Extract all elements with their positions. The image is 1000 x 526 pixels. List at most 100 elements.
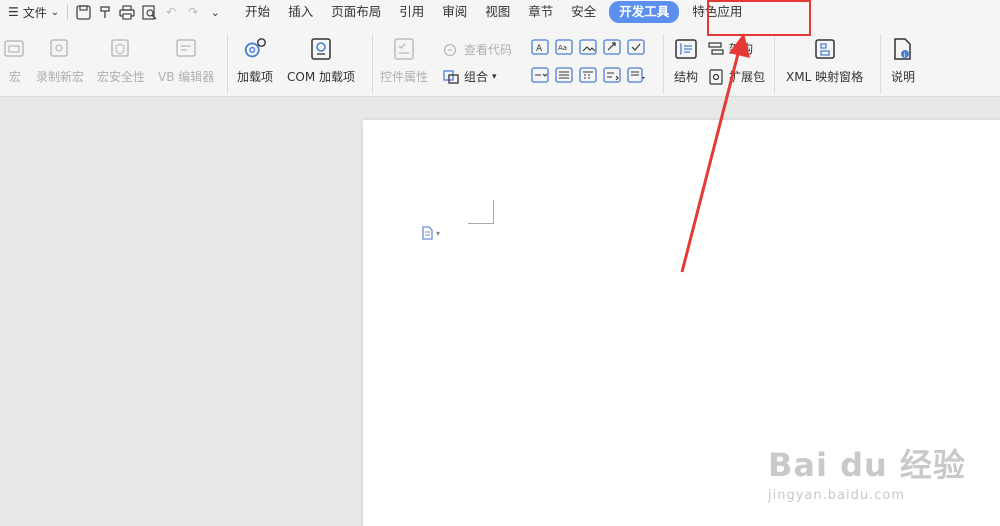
tab-review[interactable]: 审阅 xyxy=(433,1,476,23)
combo-box-control-button[interactable] xyxy=(530,66,550,84)
paste-options-button[interactable]: ▾ xyxy=(420,226,440,240)
tab-home[interactable]: 开始 xyxy=(236,1,279,23)
picture-control-button[interactable] xyxy=(578,38,598,56)
chevron-down-icon: ▾ xyxy=(436,228,441,238)
macro-security-icon xyxy=(108,36,134,62)
view-code-button[interactable]: 查看代码 xyxy=(442,41,512,58)
divider xyxy=(67,4,69,20)
structure-icon xyxy=(673,36,699,62)
content-controls-grid: A Aa xyxy=(530,38,650,84)
format-painter-icon xyxy=(100,5,110,18)
com-addins-button[interactable]: COM 加载项 xyxy=(287,24,355,85)
addins-label: 加载项 xyxy=(237,70,274,84)
structure-label: 结构 xyxy=(673,70,698,84)
building-block-control-icon xyxy=(603,39,621,55)
help-label: 说明 xyxy=(890,70,915,84)
expansion-pack-button[interactable]: 扩展包 xyxy=(707,68,765,85)
xml-mapping-icon xyxy=(812,36,838,62)
expansion-pack-icon xyxy=(707,68,725,85)
repeating-section-control-button[interactable] xyxy=(602,66,622,84)
ribbon-divider xyxy=(227,34,228,94)
svg-text:Aa: Aa xyxy=(558,44,567,52)
quick-access: ☰ 文件 ⌄ ↶ ↷ ⌄ xyxy=(0,0,226,24)
ribbon-divider xyxy=(774,34,775,94)
macro-security-button[interactable]: 宏安全性 xyxy=(97,24,145,85)
tab-references[interactable]: 引用 xyxy=(390,1,433,23)
redo-button[interactable]: ↷ xyxy=(182,1,204,23)
baidu-url: jingyan.baidu.com xyxy=(768,488,905,503)
tab-view[interactable]: 视图 xyxy=(476,1,519,23)
page-margin-marker xyxy=(468,200,494,224)
format-painter-button[interactable] xyxy=(94,1,116,23)
checkbox-control-icon xyxy=(627,39,645,55)
record-macro-label: 录制新宏 xyxy=(36,70,85,84)
chevron-down-icon: ▾ xyxy=(492,71,497,82)
control-properties-button[interactable]: 控件属性 xyxy=(380,24,428,85)
redo-icon: ↷ xyxy=(188,5,199,19)
control-properties-icon xyxy=(391,36,417,62)
date-picker-control-button[interactable] xyxy=(578,66,598,84)
print-icon xyxy=(119,4,135,20)
vb-editor-label: VB 编辑器 xyxy=(158,70,215,84)
vb-editor-button[interactable]: VB 编辑器 xyxy=(158,24,214,85)
customize-toolbar-button[interactable]: ⌄ xyxy=(204,1,226,23)
baidu-watermark: Bai du 经验 jingyan.baidu.com xyxy=(768,440,966,503)
group-label: 组合 xyxy=(464,70,489,84)
chevron-down-icon: ⌄ xyxy=(210,5,220,19)
print-preview-button[interactable] xyxy=(138,1,160,23)
macro-label: 宏 xyxy=(8,70,21,84)
tab-security[interactable]: 安全 xyxy=(562,1,605,23)
undo-button[interactable]: ↶ xyxy=(160,1,182,23)
ribbon-tabs: 开始 插入 页面布局 引用 审阅 视图 章节 安全 开发工具 特色应用 xyxy=(236,0,751,24)
help-document-icon: i xyxy=(890,36,916,62)
help-button[interactable]: i 说明 xyxy=(890,24,916,85)
repeating-section-control-icon xyxy=(603,67,621,83)
record-macro-icon xyxy=(47,36,73,62)
macro-icon xyxy=(2,36,28,62)
baidu-logo: Bai du 经验 xyxy=(768,446,966,484)
group-icon xyxy=(442,69,460,85)
checkbox-control-button[interactable] xyxy=(626,38,646,56)
chevron-down-icon: ⌄ xyxy=(50,6,60,18)
combo-box-control-icon xyxy=(531,67,549,83)
ribbon-divider xyxy=(880,34,881,94)
group-button[interactable]: 组合 ▾ xyxy=(442,68,497,85)
hamburger-icon: ☰ xyxy=(8,5,19,19)
vb-editor-icon xyxy=(173,36,199,62)
svg-text:A: A xyxy=(536,44,543,54)
save-icon xyxy=(76,4,91,20)
addins-button[interactable]: 加载项 xyxy=(237,24,273,85)
view-code-icon xyxy=(442,42,460,58)
paste-options-icon xyxy=(422,226,433,240)
tab-page-layout[interactable]: 页面布局 xyxy=(322,1,390,23)
gear-addin-icon xyxy=(242,36,268,62)
tab-chapter[interactable]: 章节 xyxy=(519,1,562,23)
building-block-control-button[interactable] xyxy=(602,38,622,56)
picture-control-icon xyxy=(579,39,597,55)
com-addins-label: COM 加载项 xyxy=(287,70,355,84)
plain-text-control-button[interactable]: Aa xyxy=(554,38,574,56)
menu-bar: ☰ 文件 ⌄ ↶ ↷ ⌄ 开始 插入 页面布局 引用 审阅 视图 章节 安全 开… xyxy=(0,0,1000,24)
structure-button[interactable]: 结构 xyxy=(673,24,699,85)
dropdown-list-control-icon xyxy=(555,67,573,83)
view-code-label: 查看代码 xyxy=(464,43,513,57)
plain-text-control-icon: Aa xyxy=(555,39,573,55)
rich-text-control-button[interactable]: A xyxy=(530,38,550,56)
architecture-label: 架构 xyxy=(729,42,754,56)
save-button[interactable] xyxy=(72,1,94,23)
record-macro-button[interactable]: 录制新宏 xyxy=(36,24,84,85)
expansion-pack-label: 扩展包 xyxy=(729,70,766,84)
ribbon-divider xyxy=(663,34,664,94)
tab-insert[interactable]: 插入 xyxy=(279,1,322,23)
rich-text-control-icon: A xyxy=(531,39,549,55)
legacy-tools-button[interactable] xyxy=(626,66,646,84)
ribbon-divider xyxy=(372,34,373,94)
architecture-button[interactable]: 架构 xyxy=(707,40,753,57)
print-button[interactable] xyxy=(116,1,138,23)
dropdown-list-control-button[interactable] xyxy=(554,66,574,84)
macro-security-label: 宏安全性 xyxy=(97,70,146,84)
file-menu-button[interactable]: ☰ 文件 ⌄ xyxy=(4,1,63,23)
control-properties-label: 控件属性 xyxy=(380,70,429,84)
macro-button[interactable]: 宏 xyxy=(2,24,28,85)
tab-developer[interactable]: 开发工具 xyxy=(609,1,680,23)
